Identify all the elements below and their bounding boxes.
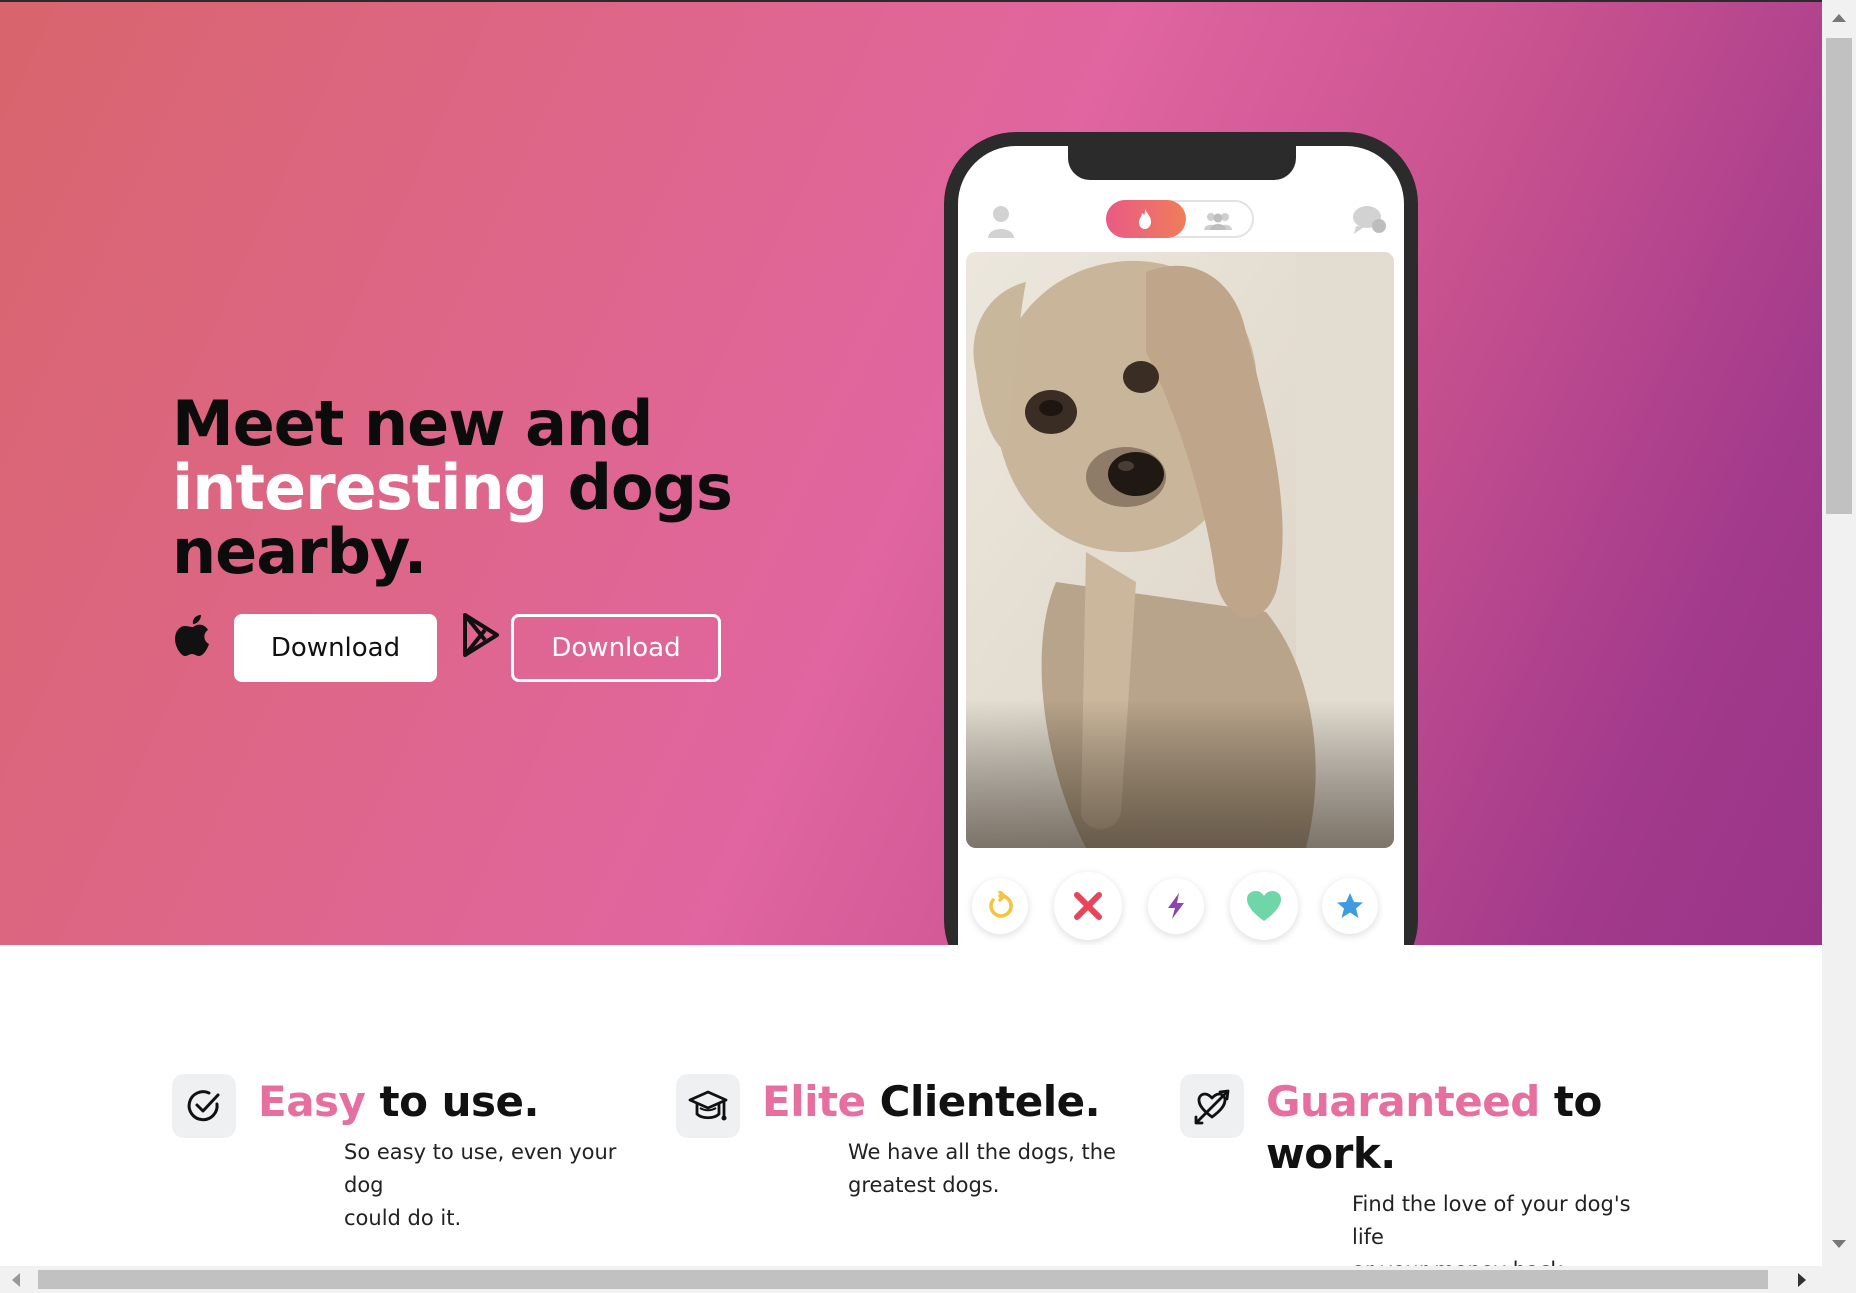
- toggle-active-segment[interactable]: [1106, 200, 1186, 238]
- like-heart-icon: [1247, 891, 1281, 921]
- headline-line-3: nearby.: [172, 515, 427, 588]
- feature-icon-box: [1180, 1074, 1244, 1138]
- super-like-star-icon: [1337, 893, 1363, 918]
- feature-title-accent: Guaranteed: [1266, 1077, 1540, 1126]
- horizontal-scrollbar[interactable]: [0, 1266, 1822, 1293]
- feature-icon-box: [676, 1074, 740, 1138]
- chat-icon[interactable]: [1352, 204, 1388, 236]
- rewind-icon: [989, 891, 1013, 918]
- boost-button[interactable]: [1148, 878, 1204, 934]
- hero-section: Meet new and interesting dogs nearby. Do…: [0, 2, 1822, 945]
- scroll-down-arrow[interactable]: [1832, 1240, 1846, 1248]
- phone-mockup: [944, 132, 1418, 945]
- phone-notch: [1068, 146, 1296, 180]
- feature-title: Elite Clientele.: [762, 1076, 1101, 1128]
- vertical-scrollbar[interactable]: [1822, 0, 1856, 1266]
- swipe-action-bar: [958, 864, 1404, 944]
- ios-download-button[interactable]: Download: [234, 614, 437, 682]
- phone-screen: [958, 146, 1404, 945]
- vertical-scroll-thumb[interactable]: [1826, 38, 1852, 514]
- feature-title: Easy to use.: [258, 1076, 539, 1128]
- scrollbar-corner: [1822, 1266, 1856, 1293]
- like-button[interactable]: [1230, 872, 1298, 940]
- feature-title-rest: work.: [1266, 1129, 1396, 1178]
- feature-description: We have all the dogs, the greatest dogs.: [848, 1136, 1116, 1202]
- nope-button[interactable]: [1054, 872, 1122, 940]
- feature-title-rest: to use.: [365, 1077, 540, 1126]
- horizontal-scroll-thumb[interactable]: [38, 1270, 1768, 1289]
- android-download-button[interactable]: Download: [511, 614, 721, 682]
- feature-description: So easy to use, even your dog could do it…: [344, 1136, 632, 1235]
- headline-line-1: Meet new and: [172, 387, 653, 460]
- mode-toggle[interactable]: [1106, 200, 1254, 238]
- hero-headline: Meet new and interesting dogs nearby.: [172, 392, 772, 584]
- dog-profile-photo[interactable]: [966, 252, 1394, 848]
- feature-title-accent: Elite: [762, 1077, 866, 1126]
- feature-icon-box: [172, 1074, 236, 1138]
- nope-x-icon: [1074, 892, 1102, 920]
- feature-desc-line: greatest dogs.: [848, 1173, 1000, 1197]
- feature-desc-line: Find the love of your dog's life: [1352, 1192, 1631, 1249]
- feature-desc-line: We have all the dogs, the: [848, 1140, 1116, 1164]
- feature-title-rest: to: [1539, 1077, 1602, 1126]
- profile-icon[interactable]: [986, 204, 1016, 238]
- headline-highlight: interesting: [172, 451, 548, 524]
- graduation-cap-icon: [688, 1090, 728, 1121]
- rewind-button[interactable]: [972, 878, 1028, 934]
- feature-title-accent: Easy: [258, 1077, 366, 1126]
- feature-title-rest: Clientele.: [865, 1077, 1101, 1126]
- feature-desc-line: could do it.: [344, 1206, 462, 1230]
- check-circle-icon: [187, 1090, 220, 1122]
- scroll-right-arrow[interactable]: [1798, 1273, 1806, 1287]
- group-icon: [1204, 213, 1232, 230]
- scroll-up-arrow[interactable]: [1832, 14, 1846, 22]
- feature-desc-line: So easy to use, even your dog: [344, 1140, 617, 1197]
- headline-line-2: dogs: [547, 451, 733, 524]
- super-like-button[interactable]: [1322, 878, 1378, 934]
- scroll-left-arrow[interactable]: [12, 1273, 20, 1287]
- heart-arrow-icon: [1194, 1089, 1230, 1125]
- dog-illustration: [966, 252, 1394, 848]
- google-play-icon: [463, 613, 499, 657]
- feature-title: Guaranteed to work.: [1266, 1076, 1602, 1180]
- boost-bolt-icon: [1168, 893, 1184, 919]
- flame-icon: [1139, 209, 1151, 229]
- apple-icon: [175, 615, 209, 656]
